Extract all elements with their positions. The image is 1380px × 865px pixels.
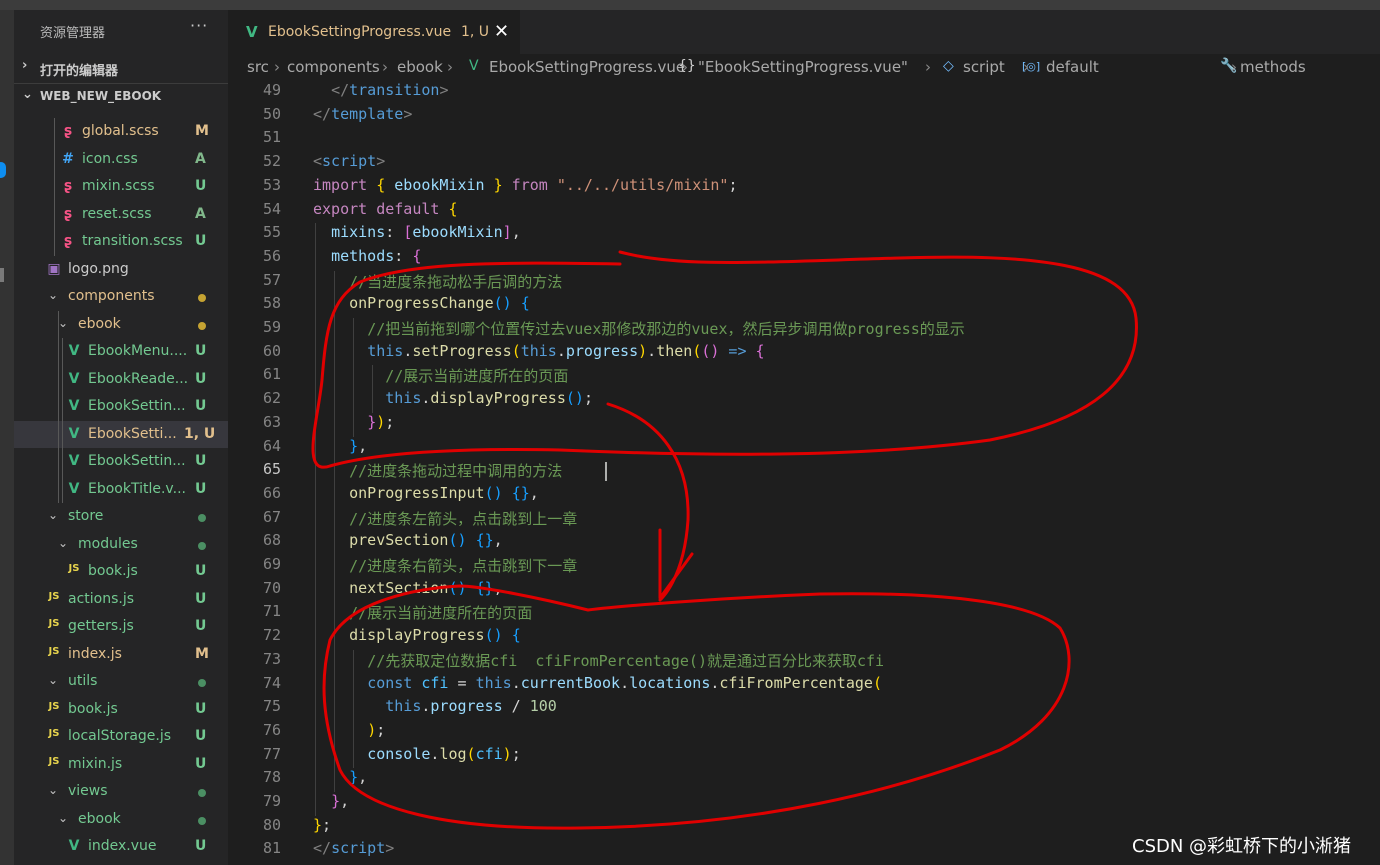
annotation-arrow [606, 402, 690, 602]
annotation-circle-bottom [322, 584, 1071, 830]
annotation-circle-top [311, 250, 1138, 469]
watermark: CSDN @彩虹桥下的小淅猪 [1132, 836, 1352, 857]
red-annotation-overlay [311, 250, 1138, 830]
